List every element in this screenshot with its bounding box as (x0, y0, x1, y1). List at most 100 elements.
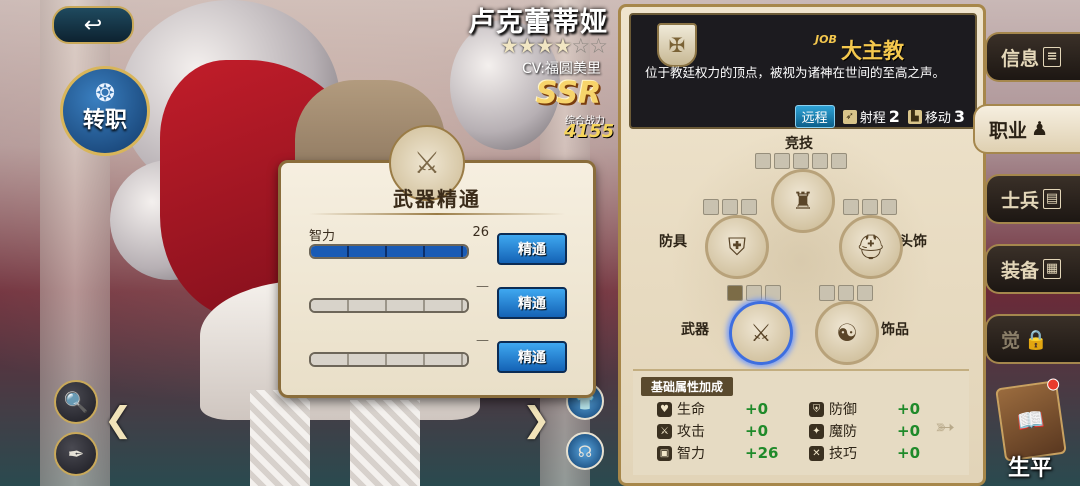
helmet-icon: ⛑ (855, 233, 887, 261)
stat-label: 攻击 (677, 424, 705, 440)
armor-pips (703, 199, 757, 215)
tab-awaken[interactable]: 觉 🔒 (985, 314, 1080, 364)
tab-label: 职业 (989, 119, 1028, 142)
info-icon: ≡ (1043, 47, 1062, 67)
head-label: 头饰 (899, 234, 927, 250)
sword-icon: ⚔ (750, 319, 772, 347)
tab-equipment[interactable]: 装备 ▦ (985, 244, 1080, 294)
mastery-row: — 精通 (307, 333, 577, 373)
back-button[interactable]: ↩ (52, 6, 134, 44)
armor-icon: ⛨ (728, 233, 746, 261)
power-value: 4155 (564, 121, 615, 142)
mastery-progress-fill (311, 246, 467, 257)
stat-value: +0 (897, 422, 921, 440)
stat-value: +0 (897, 444, 921, 462)
master-button[interactable]: 精通 (497, 341, 567, 373)
stat-label: 智力 (677, 446, 705, 462)
armor-slot[interactable]: ⛨ (705, 215, 769, 279)
mastery-stat-value: 26 (472, 225, 489, 240)
cross-emblem-icon: ✠ (657, 23, 697, 67)
stat-label: 技巧 (829, 446, 857, 462)
empty-stars: ☆☆ (571, 34, 608, 58)
mastery-progress-bar (309, 298, 469, 313)
sword-icon: ⚔ (657, 423, 672, 439)
search-icon: 🔍 (63, 390, 89, 414)
expand-arrow-icon[interactable]: ➳ (935, 413, 955, 441)
range-value: 2 (888, 107, 900, 126)
base-stats-box: 基础属性加成 ♥ 生命 +0 ⛨ 防御 +0 ⚔ 攻击 +0 ✦ 魔防 +0 ▣ 智力 +26 ✕ 技… (633, 369, 969, 475)
stat-label: 防御 (829, 402, 857, 418)
mastery-progress-bar (309, 244, 469, 259)
master-button[interactable]: 精通 (497, 233, 567, 265)
stat-row-tec: ✕ 技巧 +0 (809, 443, 920, 463)
weapon-label: 武器 (681, 322, 709, 338)
soldier-icon: ▤ (1043, 189, 1062, 209)
arena-label: 竞技 (785, 136, 813, 152)
mastery-row: 智力 26 精通 (307, 225, 577, 265)
stat-label: 生命 (677, 402, 705, 418)
stat-row-atk: ⚔ 攻击 +0 (657, 421, 768, 441)
mastery-stat-value: — (476, 333, 489, 348)
stat-row-int: ▣ 智力 +26 (657, 443, 778, 463)
range-stat: ➶ 射程 2 (842, 107, 900, 126)
lock-icon: 🔒 (1024, 328, 1048, 351)
rarity-badge: SSR (536, 76, 602, 111)
tab-info[interactable]: 信息 ≡ (985, 32, 1080, 82)
move-value: 3 (953, 107, 965, 126)
stat-value: +0 (897, 400, 921, 418)
tab-soldiers[interactable]: 士兵 ▤ (985, 174, 1080, 224)
mastery-row: — 精通 (307, 279, 577, 319)
filled-stars: ★★★★ (500, 34, 572, 58)
book-icon: 📖 (1015, 406, 1047, 436)
job-description: 位于教廷权力的顶点，被视为诸神在世间的至高之声。 (645, 65, 946, 80)
tab-job[interactable]: 职业 ♟ (973, 104, 1080, 154)
arena-pips (755, 153, 847, 169)
range-type-tag: 远程 (794, 105, 835, 128)
arena-slot[interactable]: ♜ (771, 169, 835, 233)
head-slot[interactable]: ⛑ (839, 215, 903, 279)
crossed-swords-icon: ✕ (809, 445, 824, 461)
mastery-progress-bar (309, 352, 469, 367)
shield-icon: ⛨ (809, 401, 824, 417)
title-divider (309, 213, 565, 215)
magic-shield-icon: ✦ (809, 423, 824, 439)
mastery-progress-empty (311, 300, 467, 311)
weapon-slot[interactable]: ⚔ (729, 301, 793, 365)
weapon-mastery-panel: ⚔ 武器精通 智力 26 精通 — 精通 — 精通 (278, 125, 596, 398)
voice-button[interactable]: ☊ (566, 432, 604, 470)
master-button[interactable]: 精通 (497, 287, 567, 319)
prev-character-arrow[interactable]: ❮ (104, 400, 133, 440)
mastery-title: 武器精通 (393, 187, 481, 211)
stat-value: +0 (745, 422, 769, 440)
arena-icon: ♜ (792, 187, 814, 215)
job-en-tag: JOB (815, 33, 837, 46)
stat-row-mdef: ✦ 魔防 +0 (809, 421, 920, 441)
mastery-stat-value: — (476, 279, 489, 294)
stat-value: +0 (745, 400, 769, 418)
equipment-area: 竞技 ♜ 防具 ⛨ 头饰 ⛑ 武器 ⚔ 饰品 ☯ (629, 129, 973, 369)
stat-row-hp: ♥ 生命 +0 (657, 399, 768, 419)
person-icon: ♟ (1031, 118, 1049, 140)
tab-label: 装备 (1001, 259, 1040, 282)
job-attributes: 远程 ➶ 射程 2 ▙ 移动 3 (794, 105, 965, 128)
stat-row-def: ⛨ 防御 +0 (809, 399, 920, 419)
heart-icon: ♥ (657, 401, 672, 417)
quill-button[interactable]: ✒ (54, 432, 98, 476)
voice-icon: ☊ (577, 441, 593, 461)
accessory-slot[interactable]: ☯ (815, 301, 879, 365)
weapon-pips (727, 285, 781, 301)
stat-label: 魔防 (829, 424, 857, 440)
stat-value: +26 (745, 444, 779, 462)
bow-icon: ➶ (842, 109, 857, 124)
reclass-button[interactable]: ❂ 转职 (60, 66, 150, 156)
next-character-arrow[interactable]: ❯ (522, 400, 551, 440)
job-panel: ✠ JOB 大主教 位于教廷权力的顶点，被视为诸神在世间的至高之声。 远程 ➶ 射… (618, 4, 986, 486)
character-leg (250, 390, 310, 486)
tab-label: 觉 (1001, 329, 1021, 352)
character-leg (350, 400, 420, 486)
zoom-button[interactable]: 🔍 (54, 380, 98, 424)
range-label: 射程 (859, 111, 886, 126)
job-name: 大主教 (841, 39, 904, 63)
armor-label: 防具 (659, 234, 687, 250)
amulet-icon: ☯ (836, 319, 858, 347)
